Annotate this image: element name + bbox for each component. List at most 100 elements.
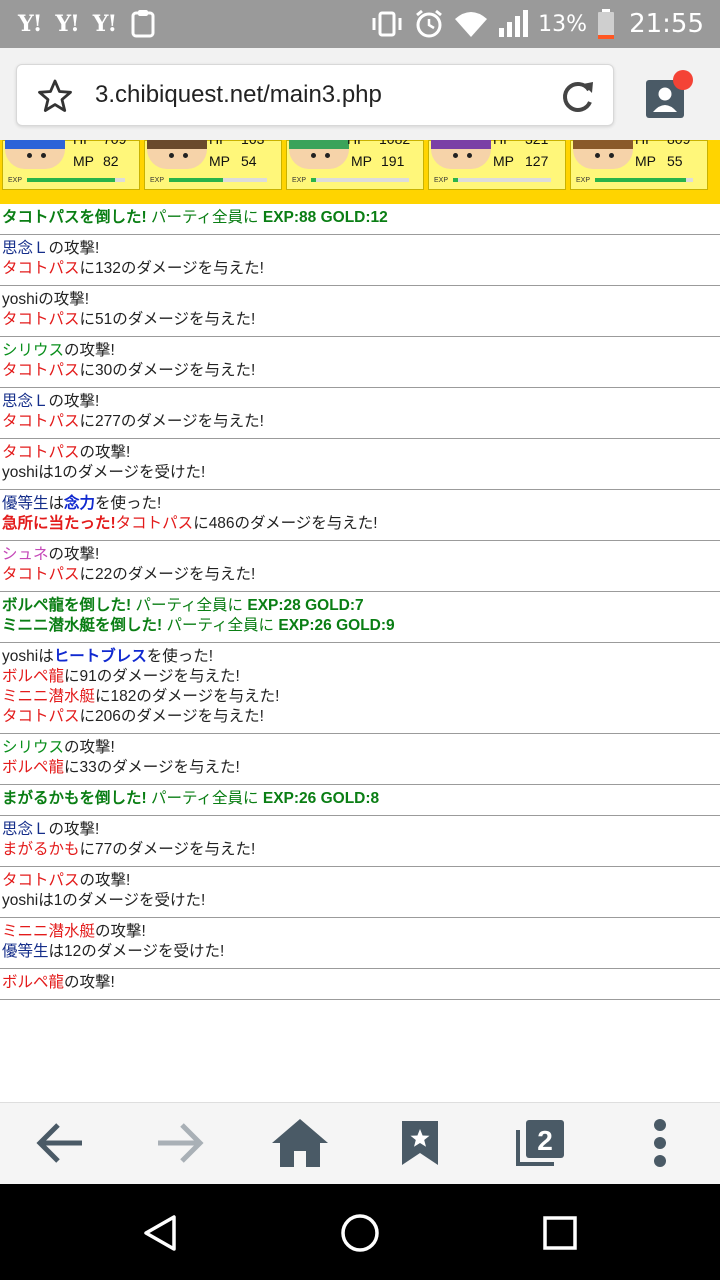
log-text: タコトパスを倒した! [2, 209, 147, 226]
log-text: タコトパス [2, 444, 80, 461]
log-line: ミニニ潜水艇を倒した! パーティ全員に EXP:26 GOLD:9 [2, 616, 718, 636]
log-text: タコトパス [115, 515, 194, 532]
battery-percent: 13% [538, 11, 588, 37]
exp-label: EXP [576, 177, 591, 184]
log-line: タコトパスを倒した! パーティ全員に EXP:88 GOLD:12 [2, 208, 718, 228]
party-member-card[interactable]: HP 321 MP 127 EXP [428, 140, 566, 190]
profile-icon[interactable] [640, 68, 696, 124]
nav-home-button[interactable] [333, 1206, 387, 1260]
forward-arrow-icon [158, 1123, 204, 1163]
log-text: の攻撃! [79, 872, 131, 889]
log-text: 優等生 [2, 943, 49, 960]
hp-value: 709 [103, 140, 126, 147]
back-arrow-icon [36, 1123, 82, 1163]
log-text: の攻撃! [48, 393, 100, 410]
log-text: の攻撃! [64, 974, 115, 991]
log-line: ボルペ龍に91のダメージを与えた! [2, 667, 718, 687]
more-menu-icon [654, 1119, 666, 1167]
log-text: に91のダメージを与えた! [64, 668, 240, 685]
hp-label: HP [73, 140, 92, 147]
character-eye [311, 153, 316, 158]
tabs-count: 2 [537, 1125, 553, 1156]
party-member-card[interactable]: HP 163 MP 54 EXP [144, 140, 282, 190]
log-text: タコトパス [2, 311, 80, 328]
log-line: まがるかもを倒した! パーティ全員に EXP:26 GOLD:8 [2, 789, 718, 809]
url-text[interactable]: 3.chibiquest.net/main3.php [95, 81, 382, 109]
log-text: ヒートブレス [53, 648, 147, 665]
hp-label: HP [209, 140, 228, 147]
log-text: まがるかもを倒した! [2, 790, 147, 807]
home-button[interactable] [270, 1113, 330, 1173]
exp-bar [453, 178, 551, 182]
back-triangle-icon [144, 1215, 176, 1251]
hp-value: 163 [241, 140, 264, 147]
exp-bar-fill [169, 178, 223, 182]
log-line: 思念Ｌの攻撃! [2, 820, 718, 840]
log-line: タコトパスの攻撃! [2, 443, 718, 463]
log-entry: 思念Ｌの攻撃! タコトパスに277のダメージを与えた! [0, 388, 720, 439]
log-entry: シリウスの攻撃! ボルペ龍に33のダメージを与えた! [0, 734, 720, 785]
character-hair [573, 140, 633, 149]
reload-icon[interactable] [559, 78, 597, 114]
browser-toolbar: 2 [0, 1102, 720, 1184]
log-text: ボルペ龍を倒した! [2, 597, 132, 614]
log-text: 思念Ｌ [2, 821, 49, 838]
log-text: EXP:28 GOLD:7 [247, 597, 364, 614]
log-text: に206のダメージを与えた! [79, 708, 264, 725]
log-text: ボルペ龍 [2, 974, 65, 991]
log-entry: タコトパスの攻撃! yoshiは1のダメージを受けた! [0, 439, 720, 490]
character-hair [431, 140, 491, 149]
nav-back-button[interactable] [133, 1206, 187, 1260]
back-button[interactable] [30, 1113, 90, 1173]
log-entry: 思念Ｌの攻撃! タコトパスに132のダメージを与えた! [0, 235, 720, 286]
log-text: 急所に当たった! [2, 515, 116, 532]
log-line: yoshiの攻撃! [2, 290, 718, 310]
log-line: ミニニ潜水艇に182のダメージを与えた! [2, 687, 718, 707]
wifi-icon [455, 12, 488, 37]
log-line: yoshiは1のダメージを受けた! [2, 463, 718, 483]
bookmarks-button[interactable] [390, 1113, 450, 1173]
address-bar[interactable]: 3.chibiquest.net/main3.php [16, 64, 614, 126]
exp-bar-fill [453, 178, 458, 182]
recents-square-icon [543, 1216, 577, 1250]
star-icon[interactable] [37, 78, 73, 114]
log-text: タコトパス [2, 413, 80, 430]
battery-icon [598, 9, 615, 39]
home-circle-icon [341, 1214, 379, 1252]
character-eye [27, 153, 32, 158]
log-text: EXP:26 GOLD:8 [262, 790, 380, 807]
log-line: シリウスの攻撃! [2, 341, 718, 361]
battle-log[interactable]: タコトパスを倒した! パーティ全員に EXP:88 GOLD:12 思念Ｌの攻撃!… [0, 204, 720, 1102]
exp-bar-fill [595, 178, 687, 182]
log-line: タコトパスに277のダメージを与えた! [2, 412, 718, 432]
party-member-card[interactable]: HP 1082 MP 191 EXP [286, 140, 424, 190]
log-text: に22のダメージを与えた! [79, 566, 256, 583]
party-member-card[interactable]: HP 809 MP 55 EXP [570, 140, 708, 190]
log-text: に182のダメージを与えた! [95, 688, 280, 705]
log-text: に51のダメージを与えた! [79, 311, 256, 328]
log-line: yoshiはヒートブレスを使った! [2, 647, 718, 667]
log-text: パーティ全員に [146, 209, 263, 226]
log-line: 優等生は念力を使った! [2, 494, 718, 514]
log-text: ミニニ潜水艇 [2, 688, 96, 705]
log-text: に132のダメージを与えた! [79, 260, 264, 277]
log-text: タコトパス [2, 362, 80, 379]
log-text: を使った! [146, 648, 214, 665]
exp-label: EXP [434, 177, 449, 184]
log-entry: ボルペ龍の攻撃! [0, 969, 720, 1000]
tabs-button[interactable]: 2 [510, 1113, 570, 1173]
log-text: EXP:88 GOLD:12 [262, 209, 388, 226]
log-text: に277のダメージを与えた! [79, 413, 264, 430]
more-menu-button[interactable] [630, 1113, 690, 1173]
nav-recents-button[interactable] [533, 1206, 587, 1260]
mp-label: MP [635, 153, 656, 169]
system-icons: 13% 21:55 [370, 0, 704, 48]
forward-button[interactable] [150, 1113, 210, 1173]
party-member-card[interactable]: HP 709 MP 82 EXP [2, 140, 140, 190]
log-line: タコトパスに51のダメージを与えた! [2, 310, 718, 330]
log-text: の攻撃! [48, 240, 100, 257]
log-line: タコトパスの攻撃! [2, 871, 718, 891]
mp-value: 191 [381, 153, 405, 169]
log-line: yoshiは1のダメージを受けた! [2, 891, 718, 911]
log-text: の攻撃! [95, 923, 146, 940]
